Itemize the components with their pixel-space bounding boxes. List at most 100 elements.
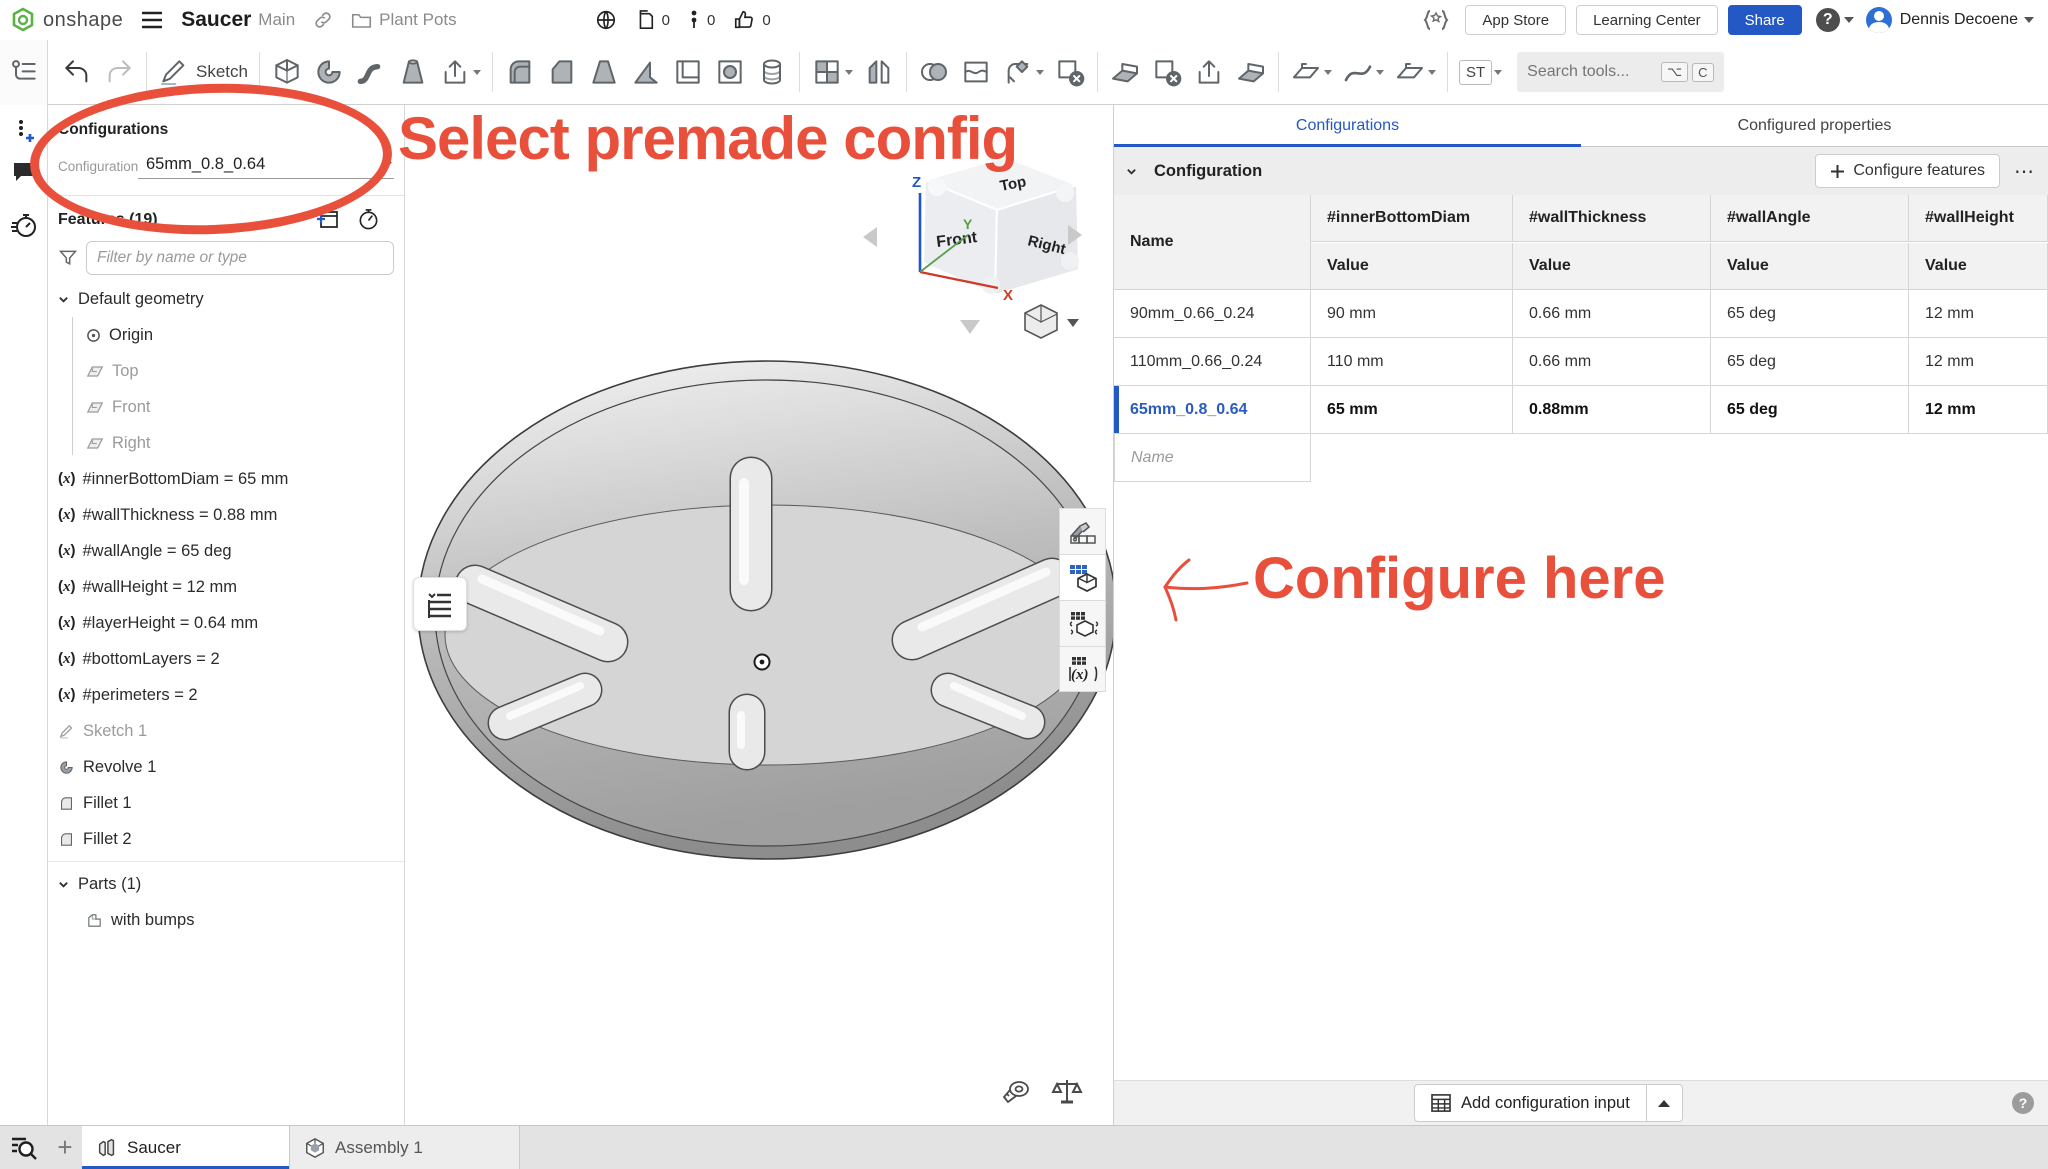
chamfer-button[interactable] <box>541 56 583 88</box>
tree-item-fillet2[interactable]: Fillet 2 <box>48 821 404 857</box>
offset-surface-button[interactable] <box>1230 56 1272 88</box>
graphics-viewport[interactable]: Top Front Right Z X Y <box>406 105 1113 1125</box>
curve-button[interactable] <box>1337 56 1389 88</box>
configured-variables-panel-button[interactable]: (x) <box>1059 646 1106 692</box>
copies-counter[interactable]: 0 <box>635 9 670 31</box>
boolean-button[interactable] <box>913 56 955 88</box>
tree-item-part-with-bumps[interactable]: with bumps <box>48 902 404 938</box>
section-chevron-icon[interactable] <box>1126 166 1137 177</box>
feature-list-toggle[interactable] <box>0 40 48 105</box>
share-button[interactable]: Share <box>1728 5 1802 35</box>
config-cell[interactable]: 0.88mm <box>1513 386 1711 434</box>
thicken-caret-icon[interactable] <box>473 70 481 75</box>
thicken-button[interactable] <box>434 56 486 88</box>
tree-item-variable[interactable]: (x)#perimeters = 2 <box>48 677 404 713</box>
undo-button[interactable] <box>56 56 98 88</box>
likes-counter[interactable]: 0 <box>733 9 770 31</box>
tree-item-variable[interactable]: (x)#wallAngle = 65 deg <box>48 533 404 569</box>
redo-button[interactable] <box>98 56 140 88</box>
filter-funnel-icon[interactable] <box>58 248 78 268</box>
saucer-3d-model[interactable] <box>410 355 1122 1115</box>
config-row-name[interactable]: 90mm_0.66_0.24 <box>1114 290 1311 338</box>
add-configuration-input-button[interactable]: Add configuration input <box>1414 1084 1683 1122</box>
tree-item-front-plane[interactable]: Front <box>48 389 404 425</box>
tree-item-variable[interactable]: (x)#wallHeight = 12 mm <box>48 569 404 605</box>
section-menu-button[interactable]: ⋯ <box>2014 159 2036 184</box>
features-filter-input[interactable] <box>86 241 394 275</box>
fillet-button[interactable] <box>499 56 541 88</box>
view-mode-button[interactable] <box>1025 305 1079 338</box>
revolve-button[interactable] <box>308 56 350 88</box>
tree-item-default-geometry[interactable]: Default geometry <box>48 281 404 317</box>
custom-feature-button[interactable]: ST <box>1454 60 1507 85</box>
panel-help-button[interactable]: ? <box>2012 1092 2034 1114</box>
main-menu-button[interactable] <box>141 11 163 29</box>
column-header-param[interactable]: #wallThickness <box>1513 195 1711 242</box>
tree-item-parts-group[interactable]: Parts (1) <box>48 866 404 902</box>
folder-breadcrumb[interactable]: Plant Pots <box>351 10 457 30</box>
hole-button[interactable] <box>709 56 751 88</box>
loft-button[interactable] <box>392 56 434 88</box>
sweep-button[interactable] <box>350 56 392 88</box>
column-header-param[interactable]: #wallHeight <box>1909 195 2048 242</box>
shell-button[interactable] <box>667 56 709 88</box>
mass-properties-icon[interactable] <box>1051 1077 1083 1107</box>
curve-caret-icon[interactable] <box>1376 70 1384 75</box>
new-config-name-input[interactable]: Name <box>1114 434 1311 482</box>
add-input-caret-button[interactable] <box>1646 1085 1682 1121</box>
delete-part-button[interactable] <box>1049 56 1091 88</box>
config-cell[interactable]: 0.66 mm <box>1513 290 1711 338</box>
config-cell[interactable]: 0.66 mm <box>1513 338 1711 386</box>
delete-face-button[interactable] <box>1146 56 1188 88</box>
split-button[interactable] <box>955 56 997 88</box>
tab-configured-properties[interactable]: Configured properties <box>1581 105 2048 146</box>
search-tools-box[interactable]: ⌥ C <box>1517 52 1723 92</box>
tree-item-top-plane[interactable]: Top <box>48 353 404 389</box>
configuration-dropdown[interactable]: 65mm_0.8_0.64 <box>138 153 394 179</box>
configure-features-button[interactable]: Configure features <box>1815 154 2000 188</box>
onshape-logo[interactable]: onshape <box>10 7 123 33</box>
draft-button[interactable] <box>583 56 625 88</box>
config-row-name[interactable]: 110mm_0.66_0.24 <box>1114 338 1311 386</box>
transform-button[interactable] <box>1104 56 1146 88</box>
plane-button[interactable] <box>1285 56 1337 88</box>
versions-panel-button[interactable] <box>0 111 48 151</box>
learning-center-button[interactable]: Learning Center <box>1576 5 1718 35</box>
config-cell[interactable]: 12 mm <box>1909 386 2048 434</box>
config-cell[interactable]: 65 deg <box>1711 290 1909 338</box>
sketch-button[interactable]: Sketch <box>153 56 253 88</box>
rib-button[interactable] <box>625 56 667 88</box>
extrude-button[interactable] <box>266 56 308 88</box>
rotate-left-arrow[interactable] <box>863 227 877 247</box>
modify-fillet-caret-icon[interactable] <box>1036 70 1044 75</box>
surface-button[interactable] <box>1389 56 1441 88</box>
versions-counter[interactable]: 0 <box>688 8 715 32</box>
tree-item-origin[interactable]: Origin <box>48 317 404 353</box>
collapse-feature-list-button[interactable] <box>413 577 467 631</box>
pattern-caret-icon[interactable] <box>845 70 853 75</box>
share-link-button[interactable] <box>313 10 333 30</box>
appearance-panel-button[interactable] <box>1059 508 1106 554</box>
config-cell[interactable]: 12 mm <box>1909 290 2048 338</box>
column-header-param[interactable]: #wallAngle <box>1711 195 1909 242</box>
rollback-stopwatch-icon[interactable] <box>357 208 380 231</box>
rotate-down-arrow[interactable] <box>960 320 980 334</box>
history-panel-button[interactable] <box>0 205 48 245</box>
linear-pattern-button[interactable] <box>806 56 858 88</box>
modify-fillet-button[interactable] <box>997 56 1049 88</box>
surface-caret-icon[interactable] <box>1428 70 1436 75</box>
avatar[interactable] <box>1866 7 1892 33</box>
workspace-name[interactable]: Main <box>258 10 295 30</box>
config-cell[interactable]: 65 deg <box>1711 338 1909 386</box>
configured-features-panel-button[interactable] <box>1059 600 1106 646</box>
tree-item-variable[interactable]: (x)#layerHeight = 0.64 mm <box>48 605 404 641</box>
tape-measure-icon[interactable] <box>1001 1077 1033 1107</box>
search-tools-input[interactable] <box>1527 63 1657 81</box>
tree-item-variable[interactable]: (x)#bottomLayers = 2 <box>48 641 404 677</box>
cylinder-button[interactable] <box>751 56 793 88</box>
config-cell[interactable]: 65 deg <box>1711 386 1909 434</box>
tab-configurations[interactable]: Configurations <box>1114 105 1581 146</box>
search-tabs-button[interactable] <box>0 1126 48 1169</box>
comments-panel-button[interactable] <box>0 151 48 191</box>
move-face-button[interactable] <box>1188 56 1230 88</box>
